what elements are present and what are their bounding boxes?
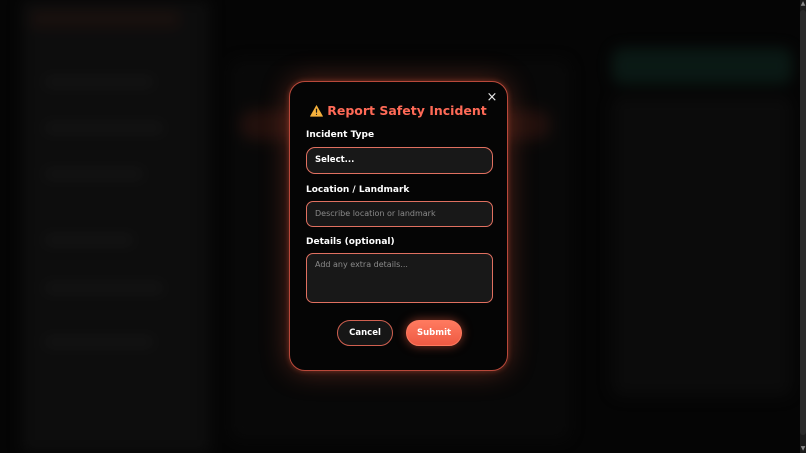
- incident-type-select[interactable]: Select...: [306, 147, 493, 174]
- modal-title: Report Safety Incident: [290, 103, 507, 120]
- report-incident-modal: × Report Safety Incident Incident Type S…: [289, 81, 508, 371]
- cancel-button[interactable]: Cancel: [337, 320, 393, 346]
- background-panel: [612, 48, 792, 84]
- page-scrollbar[interactable]: ▲ ▼: [800, 0, 806, 453]
- background-column: [612, 96, 792, 396]
- modal-title-text: Report Safety Incident: [327, 103, 487, 118]
- scroll-down-icon[interactable]: ▼: [800, 445, 806, 453]
- background-logo: [30, 10, 180, 28]
- background-line: [44, 284, 164, 292]
- location-label: Location / Landmark: [306, 185, 410, 195]
- details-label: Details (optional): [306, 237, 395, 247]
- warning-triangle-icon: [310, 105, 324, 120]
- background-line: [44, 236, 134, 244]
- background-sidebar: [22, 0, 210, 453]
- background-line: [44, 78, 154, 86]
- background-line: [44, 124, 164, 132]
- incident-type-label: Incident Type: [306, 130, 375, 140]
- background-line: [44, 170, 144, 178]
- scroll-up-icon[interactable]: ▲: [800, 0, 806, 8]
- background-line: [44, 338, 154, 346]
- location-input[interactable]: Describe location or landmark: [306, 201, 493, 227]
- details-textarea[interactable]: Add any extra details...: [306, 253, 493, 303]
- submit-button[interactable]: Submit: [406, 320, 462, 346]
- scroll-thumb[interactable]: [800, 10, 806, 435]
